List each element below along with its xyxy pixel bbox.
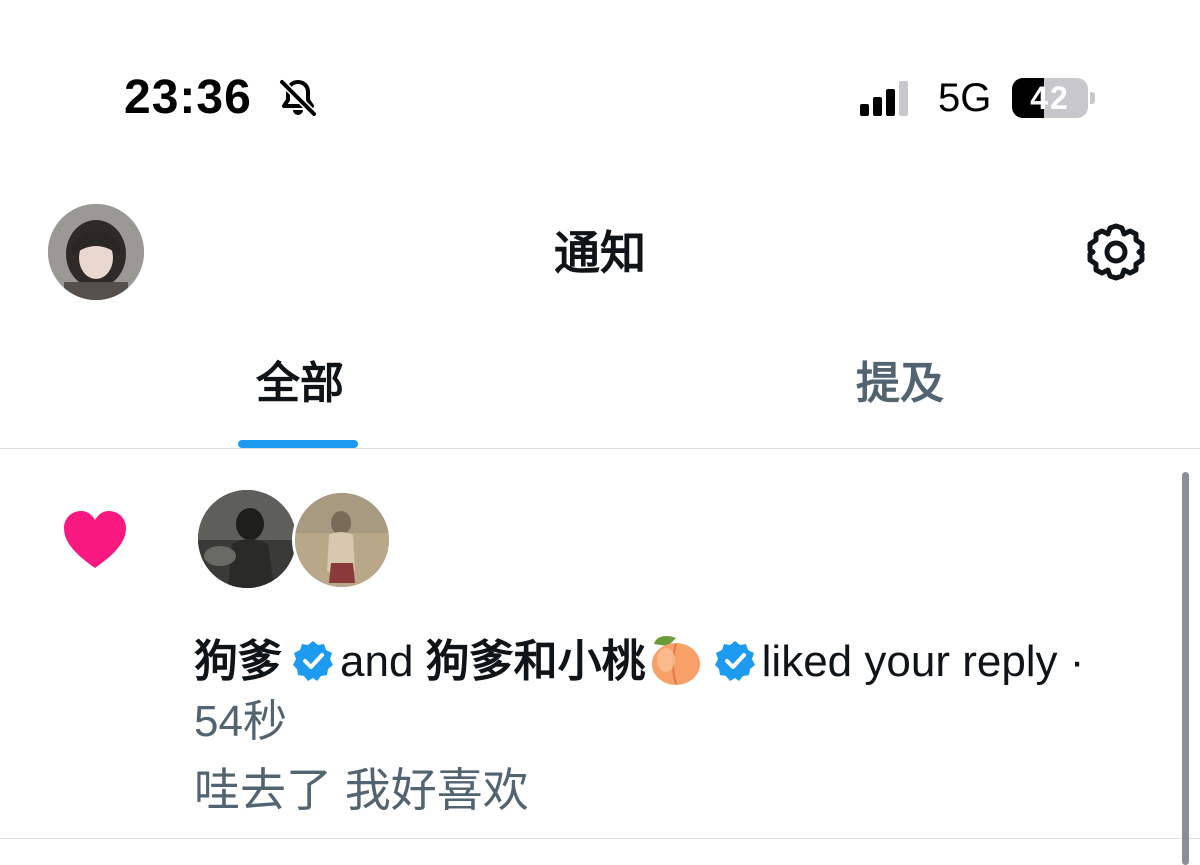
heart-icon xyxy=(64,511,126,568)
divider xyxy=(0,838,1200,839)
status-time: 23:36 xyxy=(124,71,252,124)
notification-text: 狗爹 and 狗爹和小桃 liked your reply · xyxy=(194,630,1084,690)
connector-text: and xyxy=(340,637,414,686)
gear-icon[interactable] xyxy=(1084,220,1148,284)
avatar-user2[interactable] xyxy=(292,490,392,590)
battery-icon: 42 xyxy=(1012,78,1088,118)
verified-badge-icon xyxy=(293,641,333,681)
reply-text[interactable]: 哇去了 我好喜欢 xyxy=(194,762,529,818)
timestamp: 54秒 xyxy=(194,697,287,746)
user1-avatar-image xyxy=(198,490,296,588)
active-tab-indicator xyxy=(238,440,358,448)
cellular-signal-icon xyxy=(860,81,908,116)
verified-badge-icon xyxy=(714,641,755,681)
avatar-user1[interactable] xyxy=(198,490,296,588)
user2-name[interactable]: 狗爹和小桃 xyxy=(426,637,646,686)
peach-icon xyxy=(651,636,700,685)
user2-avatar-image xyxy=(295,493,389,587)
action-text: liked your reply · xyxy=(761,637,1085,686)
user1-name[interactable]: 狗爹 xyxy=(194,637,282,686)
tab-mentions[interactable]: 提及 xyxy=(800,356,1000,416)
tab-all[interactable]: 全部 xyxy=(200,356,400,416)
divider xyxy=(0,448,1200,449)
bell-slash-icon xyxy=(279,79,317,117)
battery-cap xyxy=(1090,92,1095,104)
scrollbar[interactable] xyxy=(1182,472,1189,865)
network-type: 5G xyxy=(938,76,992,120)
page-title: 通知 xyxy=(554,227,646,279)
battery-level: 42 xyxy=(1030,80,1070,116)
